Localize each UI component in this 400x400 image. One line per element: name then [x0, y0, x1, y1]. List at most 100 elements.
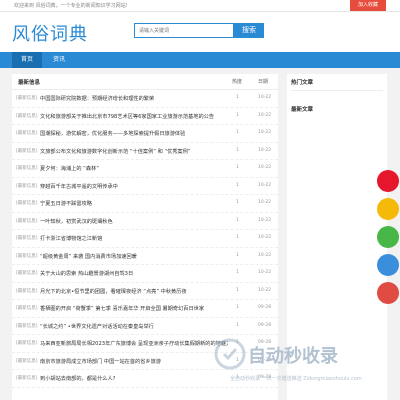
list-item-views: 1 — [236, 322, 239, 328]
list-item-views: 1 — [236, 95, 239, 100]
list-item[interactable]: [最新信息] 月光下的北京•恒节里的团圆，看璀璨夜经济 “点亮” 中秋黄历夜 1 10… — [12, 283, 278, 300]
list-item-category[interactable]: [最新信息] — [16, 375, 38, 381]
list-item-date: 10-22 — [258, 130, 272, 135]
list-item-views: 1 — [236, 112, 239, 118]
list-item-title[interactable]: 宁夏五日游不踩雷攻略 — [40, 200, 92, 207]
list-item[interactable]: [最新信息] 香栖图的开启 “荷蟹季” 第七季 喜乐嘉年华 开启全国 暑期奇幻百日… — [12, 300, 278, 318]
list-item-title[interactable]: 中国国际研究院数据：预期经济增长和理性的繁荣 — [40, 95, 154, 102]
list-item-views: 1 — [236, 270, 239, 275]
list-item[interactable]: [最新信息] 文化和旅游部关于推出北京市798艺术区等6家国家工业旅游示范基地的公… — [12, 108, 278, 125]
list-item-date: 10-22 — [258, 252, 272, 258]
list-item[interactable]: [最新信息] 宁夏五日游不踩雷攻略 1 10-22 — [12, 195, 278, 213]
list-item-title[interactable]: 南京市旅游局成立市场部门 中国一站在首的省乡旅游 — [40, 358, 161, 365]
arrow-up-icon[interactable] — [377, 282, 399, 304]
list-item-category[interactable]: [最新信息] — [16, 165, 38, 171]
list-item[interactable]: [最新信息] 关于大山的思索 热山趣景游湖州自驾3日 1 10-22 — [12, 265, 278, 283]
list-item-title[interactable]: 文旅部公布文化和旅游数字化创新示范 “十佳案例” 和 “优秀案例” — [40, 148, 191, 155]
list-item-date: 10-22 — [258, 270, 272, 275]
list-header: 最新信息 热度 日期 — [12, 74, 278, 90]
list-item[interactable]: [最新信息] 国潮探秘，游优解密，优化服务——多地探索提升假日旅游体验 1 10-22 — [12, 125, 278, 143]
site-logo[interactable]: 风俗词典 — [12, 20, 88, 46]
top-bar: 欢迎来到 风俗词典，一个专业的新闻知识学习网站! 加入收藏 — [0, 0, 400, 12]
list-item-date: 09-28 — [258, 322, 272, 328]
watermark-text: 自动秒收录 — [248, 345, 338, 367]
hot-articles-title: 热门文章 — [291, 80, 314, 86]
list-item-title[interactable]: 打卡浙江省博物馆之江新馆 — [40, 235, 102, 242]
list-item-category[interactable]: [最新信息] — [16, 288, 38, 294]
latest-articles-title: 最新文章 — [291, 107, 314, 113]
list-item-title[interactable]: 夏夕何：海浦上的 “森林” — [40, 165, 99, 172]
list-item-category[interactable]: [最新信息] — [16, 113, 38, 119]
list-item-category[interactable]: [最新信息] — [16, 218, 38, 224]
list-item-category[interactable]: [最新信息] — [16, 358, 38, 364]
add-favorite-button[interactable]: 加入收藏 — [350, 0, 386, 11]
list-item-date: 10-22 — [258, 217, 272, 223]
weibo-icon[interactable] — [377, 170, 399, 192]
list-item-title[interactable]: 到小胡站去南部的，都是什么人? — [40, 375, 115, 382]
list-item-category[interactable]: [最新信息] — [16, 340, 38, 346]
list-item-category[interactable]: [最新信息] — [16, 183, 38, 189]
list-item-title[interactable]: 文化和旅游部关于推出北京市798艺术区等6家国家工业旅游示范基地的公告 — [40, 113, 214, 120]
nav-item-home[interactable]: 首页 — [12, 52, 42, 68]
list-item[interactable]: [最新信息] 穿越百千年古城平遥的文明传承中 1 10-22 — [12, 178, 278, 195]
list-item-title[interactable]: 国潮探秘，游优解密，优化服务——多地探索提升假日旅游体验 — [40, 130, 185, 137]
list-item-category[interactable]: [最新信息] — [16, 200, 38, 206]
list-item-views: 1 — [236, 147, 239, 153]
list-item-views: 1 — [236, 287, 239, 293]
list-item-views: 1 — [236, 130, 239, 135]
list-item[interactable]: [最新信息] 文旅部公布文化和旅游数字化创新示范 “十佳案例” 和 “优秀案例” 1… — [12, 143, 278, 160]
list-item-date: 10-22 — [258, 182, 272, 188]
list-item-category[interactable]: [最新信息] — [16, 235, 38, 241]
list-title: 最新信息 — [18, 80, 41, 86]
column-views-label: 热度 — [232, 79, 243, 85]
list-item-date: 10-22 — [258, 147, 272, 153]
list-item-views: 1 — [236, 235, 239, 240]
list-item[interactable]: [最新信息] 一叶知秋，初赏武汉的斑斓秋色 1 10-22 — [12, 213, 278, 230]
list-item-views: 1 — [236, 165, 239, 170]
list-item[interactable]: [最新信息] 夏夕何：海浦上的 “森林” 1 10-22 — [12, 160, 278, 178]
wechat-icon[interactable] — [377, 226, 399, 248]
list-item-title[interactable]: 马来西亚新旅局局长相2023年广东旅博会 呈现亚洲亲子疗动长集假期新的的地魅力 — [40, 340, 228, 347]
list-item-views: 1 — [236, 252, 239, 258]
list-item-category[interactable]: [最新信息] — [16, 130, 38, 136]
list-item-title[interactable]: “超级黄金周” 来袭 国内消费市场加速回暖 — [40, 253, 137, 260]
search-button[interactable]: 搜索 — [234, 23, 264, 38]
list-item-title[interactable]: “长城之约” •世界文化遗产对话活动在秦皇岛举行 — [40, 323, 154, 330]
list-item[interactable]: [最新信息] 打卡浙江省博物馆之江新馆 1 10-22 — [12, 230, 278, 248]
search-input[interactable] — [134, 23, 234, 38]
list-item-title[interactable]: 香栖图的开启 “荷蟹季” 第七季 喜乐嘉年华 开启全国 暑期奇幻百日世家 — [40, 305, 204, 312]
list-item-views: 1 — [236, 182, 239, 188]
list-item-title[interactable]: 一叶知秋，初赏武汉的斑斓秋色 — [40, 218, 113, 225]
watermark-icon — [214, 338, 246, 370]
list-item-date: 10-22 — [258, 112, 272, 118]
list-item-date: 10-22 — [258, 165, 272, 170]
watermark-subtitle: 全自动秒收录 一次一次赠送推送 Zidongmiaoshoulu.com — [230, 375, 362, 382]
list-item[interactable]: [最新信息] “超级黄金周” 来袭 国内消费市场加速回暖 1 10-22 — [12, 248, 278, 265]
list-item-views: 1 — [236, 305, 239, 310]
list-item[interactable]: [最新信息] 中国国际研究院数据：预期经济增长和理性的繁荣 1 10-22 — [12, 90, 278, 108]
welcome-text: 欢迎来到 风俗词典，一个专业的新闻知识学习网站! — [14, 3, 128, 9]
site-header: 风俗词典 搜索 — [0, 12, 400, 52]
list-item-date: 09-28 — [258, 305, 272, 310]
list-item-title[interactable]: 穿越百千年古城平遥的文明传承中 — [40, 183, 118, 190]
qzone-icon[interactable] — [377, 198, 399, 220]
list-item-category[interactable]: [最新信息] — [16, 323, 38, 329]
list-item-title[interactable]: 月光下的北京•恒节里的团圆，看璀璨夜经济 “点亮” 中秋黄历夜 — [40, 288, 187, 295]
qq-icon[interactable] — [377, 254, 399, 276]
watermark-logo: 自动秒收录 全自动秒收录 一次一次赠送推送 Zidongmiaoshoulu.c… — [214, 338, 362, 382]
nav-item-news[interactable]: 资讯 — [44, 52, 74, 68]
list-item-title[interactable]: 关于大山的思索 热山趣景游湖州自驾3日 — [40, 270, 133, 277]
column-date-label: 日期 — [258, 79, 269, 85]
list-item-date: 10-22 — [258, 95, 272, 100]
list-item-category[interactable]: [最新信息] — [16, 148, 38, 154]
list-item-category[interactable]: [最新信息] — [16, 305, 38, 311]
list-item-category[interactable]: [最新信息] — [16, 270, 38, 276]
list-item-date: 10-22 — [258, 287, 272, 293]
list-item-category[interactable]: [最新信息] — [16, 253, 38, 259]
list-item-date: 10-22 — [258, 235, 272, 240]
share-float-bar — [377, 170, 400, 310]
list-item-views: 1 — [236, 200, 239, 205]
list-item-date: 10-22 — [258, 200, 272, 205]
list-item-category[interactable]: [最新信息] — [16, 95, 38, 101]
list-item-views: 1 — [236, 217, 239, 223]
